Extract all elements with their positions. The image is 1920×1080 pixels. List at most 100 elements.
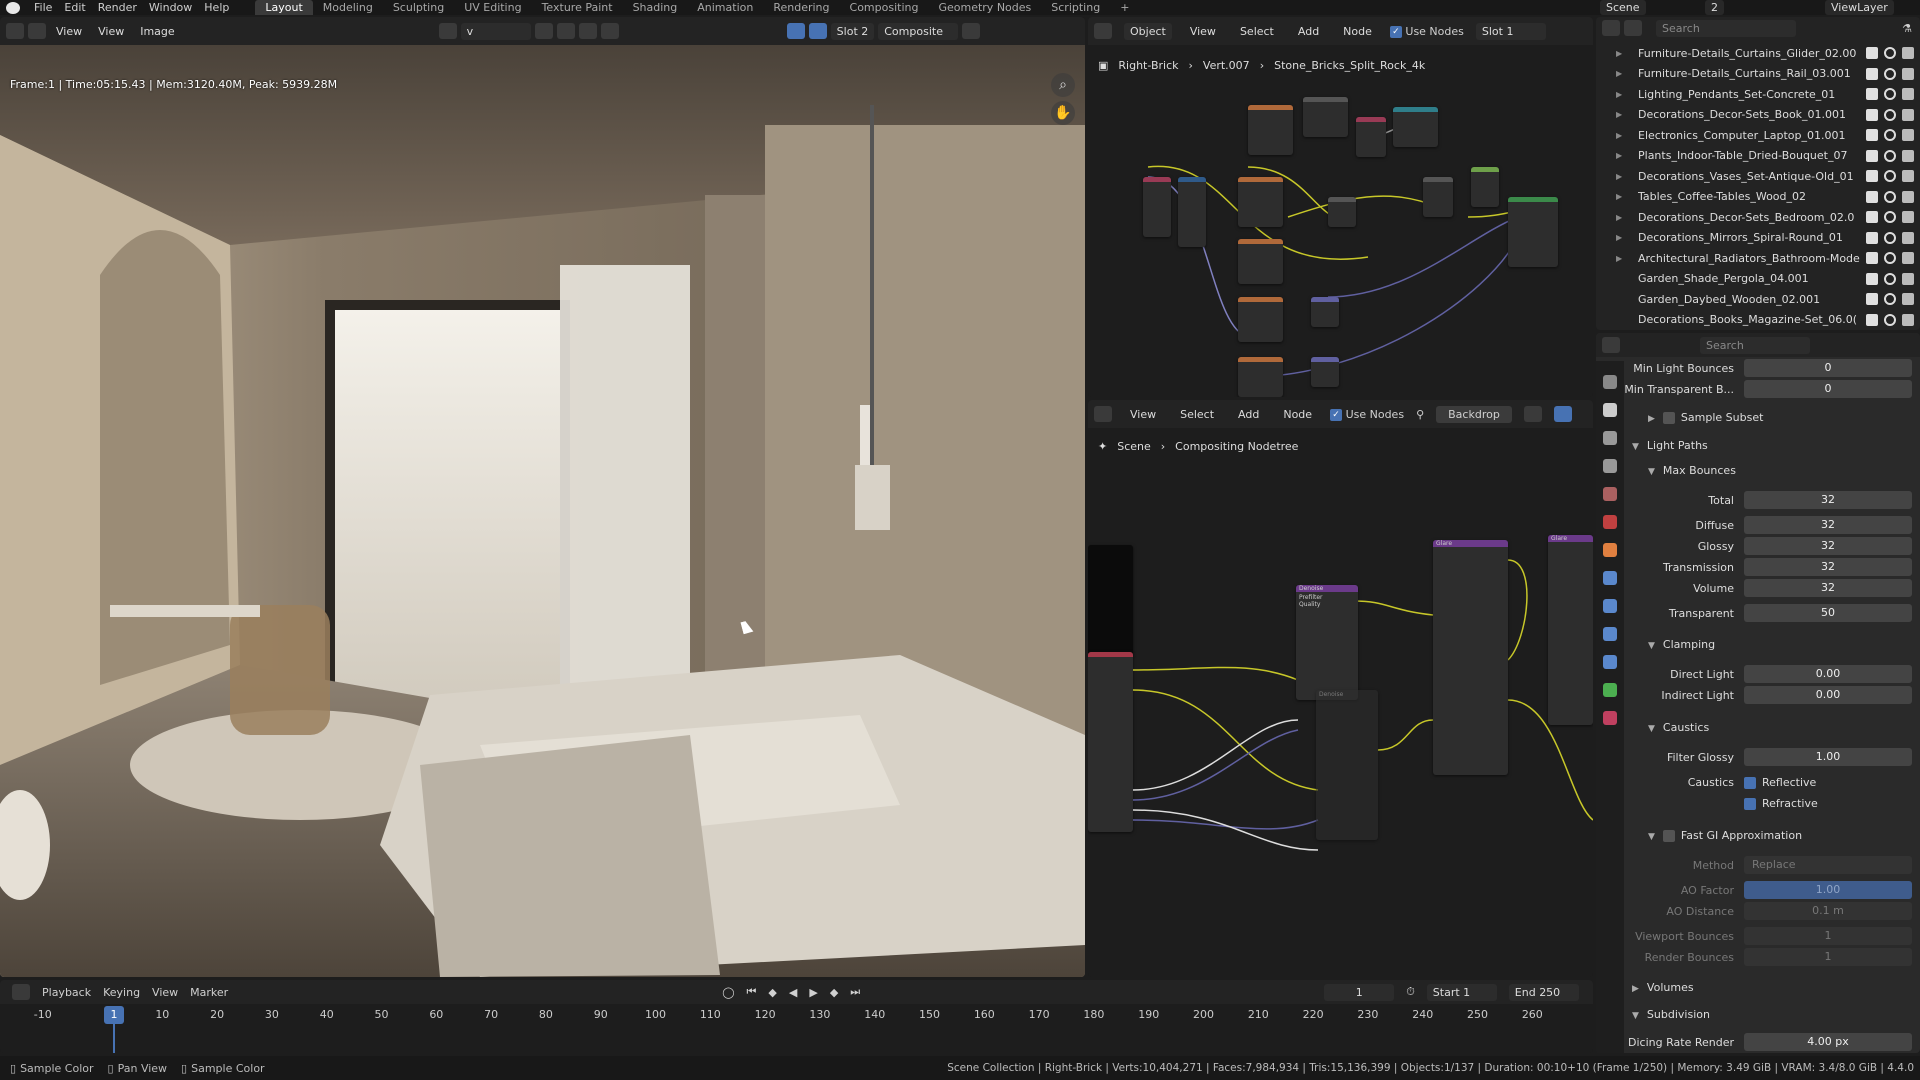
object-tab-icon[interactable] (1603, 543, 1617, 557)
expand-arrow-icon[interactable]: ▶ (1616, 151, 1626, 160)
fake-user-shield-icon[interactable] (534, 23, 553, 39)
breadcrumb-mesh[interactable]: Vert.007 (1203, 59, 1250, 72)
render-camera-icon[interactable] (1902, 272, 1914, 285)
glare-node-2[interactable]: Glare (1548, 535, 1593, 725)
world-tab-icon[interactable] (1603, 515, 1617, 529)
shader-node[interactable] (1143, 177, 1171, 237)
output-tab-icon[interactable] (1603, 431, 1617, 445)
scene-selector[interactable]: Scene (1600, 0, 1646, 15)
visibility-eye-icon[interactable] (1884, 88, 1896, 101)
caustics-panel[interactable]: ▼ Caustics (1648, 721, 1709, 734)
render-camera-icon[interactable] (1902, 67, 1914, 80)
expand-arrow-icon[interactable]: ▶ (1616, 90, 1626, 99)
ao-factor-field[interactable]: 1.00 (1744, 881, 1912, 899)
sample-subset-checkbox[interactable] (1662, 412, 1675, 424)
timeline-view-menu[interactable]: View (152, 986, 178, 999)
menu-render[interactable]: Render (92, 1, 143, 14)
image-name-field[interactable]: v (460, 22, 531, 40)
expand-arrow-icon[interactable]: ▶ (1616, 192, 1626, 201)
blender-logo-icon[interactable] (6, 1, 20, 14)
particles-tab-icon[interactable] (1603, 599, 1617, 613)
shader-node[interactable] (1178, 177, 1206, 247)
visibility-eye-icon[interactable] (1884, 47, 1896, 60)
denoise-node[interactable]: Denoise Prefilter Quality (1296, 585, 1358, 700)
outliner-item[interactable]: ▶ Decorations_Decor-Sets_Book_01.001 (1596, 105, 1920, 126)
render-camera-icon[interactable] (1902, 231, 1914, 244)
visibility-eye-icon[interactable] (1884, 293, 1896, 306)
shader-node[interactable] (1311, 297, 1339, 327)
exclude-checkbox-icon[interactable] (1866, 129, 1878, 142)
play-reverse-icon[interactable]: ◀ (789, 986, 797, 999)
jump-end-icon[interactable]: ⏭ (850, 985, 860, 999)
render-tab-icon[interactable] (1603, 403, 1617, 417)
bounce-diffuse-field[interactable]: 32 (1744, 516, 1912, 534)
expand-arrow-icon[interactable]: ▶ (1616, 131, 1626, 140)
menu-window[interactable]: Window (143, 1, 198, 14)
fast-gi-checkbox[interactable] (1662, 830, 1675, 842)
tab-scripting[interactable]: Scripting (1041, 0, 1110, 15)
render-camera-icon[interactable] (1902, 88, 1914, 101)
tab-sculpting[interactable]: Sculpting (383, 0, 454, 15)
tool-tab-icon[interactable] (1603, 375, 1617, 389)
shader-node[interactable] (1238, 357, 1283, 397)
render-camera-icon[interactable] (1902, 313, 1914, 326)
menu-help[interactable]: Help (198, 1, 235, 14)
unlink-image-icon[interactable] (600, 23, 619, 39)
visibility-eye-icon[interactable] (1884, 108, 1896, 121)
render-camera-icon[interactable] (1902, 293, 1914, 306)
editor-type-icon[interactable] (6, 23, 24, 39)
shader-node[interactable] (1238, 177, 1283, 227)
outliner-item[interactable]: ▶ Tables_Coffee-Tables_Wood_02 (1596, 187, 1920, 208)
expand-arrow-icon[interactable]: ▶ (1616, 110, 1626, 119)
render-pass-dropdown[interactable]: Composite (878, 22, 959, 40)
breadcrumb-material[interactable]: Stone_Bricks_Split_Rock_4k (1274, 59, 1425, 72)
viewport-bounces-field[interactable]: 1 (1744, 927, 1912, 945)
image-browse-icon[interactable] (438, 23, 457, 39)
filter-glossy-field[interactable]: 1.00 (1744, 748, 1912, 766)
shader-node[interactable] (1508, 197, 1558, 267)
outliner-item[interactable]: ▶ Plants_Indoor-Table_Dried-Bouquet_07 (1596, 146, 1920, 167)
physics-tab-icon[interactable] (1603, 627, 1617, 641)
denoise-node-muted[interactable]: Denoise (1316, 690, 1378, 840)
shader-select-menu[interactable]: Select (1234, 25, 1280, 38)
clamping-panel[interactable]: ▼ Clamping (1648, 638, 1715, 651)
tab-compositing[interactable]: Compositing (840, 0, 929, 15)
exclude-checkbox-icon[interactable] (1866, 190, 1878, 203)
image-menu[interactable]: Image (134, 25, 180, 38)
pan-view-hand-icon[interactable]: ✋ (1051, 101, 1075, 125)
expand-arrow-icon[interactable]: ▶ (1616, 213, 1626, 222)
properties-editor-type-icon[interactable] (1602, 337, 1620, 353)
tab-texture-paint[interactable]: Texture Paint (532, 0, 623, 15)
shader-node[interactable] (1311, 357, 1339, 387)
render-camera-icon[interactable] (1902, 47, 1914, 60)
max-bounces-panel[interactable]: ▼ Max Bounces (1648, 464, 1736, 477)
shader-use-nodes-checkbox[interactable]: ✓ Use Nodes (1389, 25, 1464, 38)
visibility-eye-icon[interactable] (1884, 149, 1896, 162)
shader-editor-type-icon[interactable] (1094, 23, 1112, 39)
object-mode-dropdown[interactable]: Object (1124, 22, 1172, 40)
render-bounces-field[interactable]: 1 (1744, 948, 1912, 966)
expand-arrow-icon[interactable]: ▶ (1616, 254, 1626, 263)
dicing-rate-field[interactable]: 4.00 px (1744, 1033, 1912, 1051)
zoom-view-icon[interactable]: ⌕ (1051, 73, 1075, 97)
exclude-checkbox-icon[interactable] (1866, 108, 1878, 121)
light-paths-panel[interactable]: ▼ Light Paths (1632, 439, 1708, 452)
bounce-volume-field[interactable]: 32 (1744, 579, 1912, 597)
marker-menu[interactable]: Marker (190, 986, 228, 999)
render-camera-icon[interactable] (1902, 129, 1914, 142)
constraints-tab-icon[interactable] (1603, 655, 1617, 669)
render-camera-icon[interactable] (1902, 149, 1914, 162)
view-menu-2[interactable]: View (92, 25, 130, 38)
compositor-node-editor[interactable]: View Select Add Node ✓ Use Nodes ⚲ Backd… (1088, 400, 1593, 977)
exclude-checkbox-icon[interactable] (1866, 47, 1878, 60)
outliner-editor-type-icon[interactable] (1602, 20, 1620, 36)
render-camera-icon[interactable] (1902, 252, 1914, 265)
visibility-eye-icon[interactable] (1884, 129, 1896, 142)
min-light-bounces-field[interactable]: 0 (1744, 359, 1912, 377)
end-frame-field[interactable]: End 250 (1508, 983, 1579, 1001)
overlay-icon[interactable] (808, 23, 827, 39)
scene-count[interactable]: 2 (1705, 0, 1724, 15)
visibility-eye-icon[interactable] (1884, 231, 1896, 244)
visibility-eye-icon[interactable] (1884, 252, 1896, 265)
open-image-folder-icon[interactable] (578, 23, 597, 39)
